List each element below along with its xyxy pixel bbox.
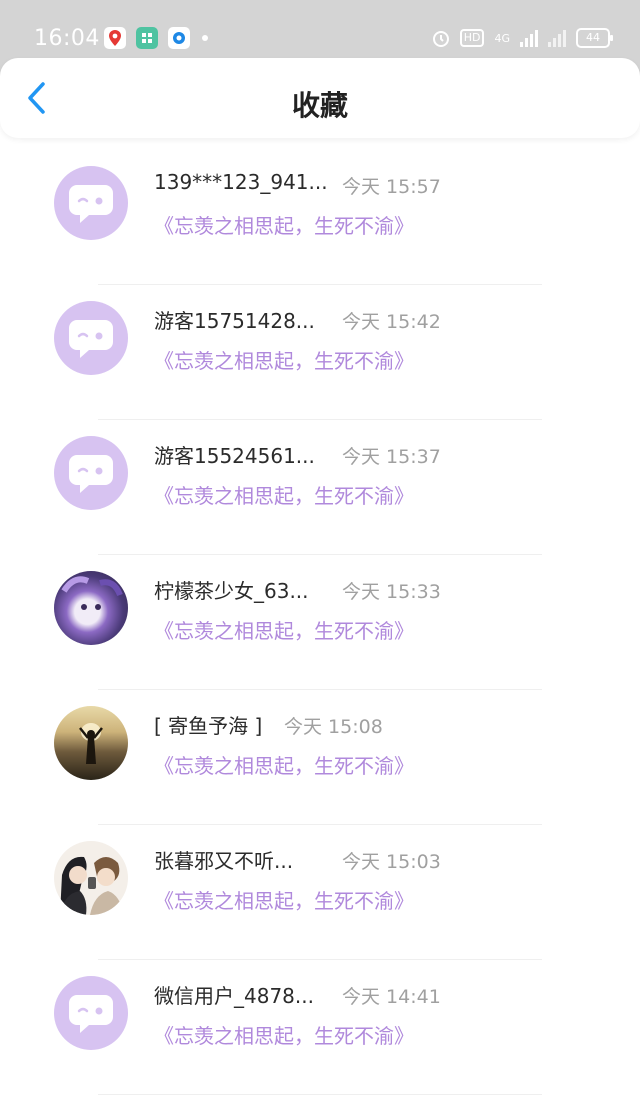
user-photo-icon bbox=[79, 723, 103, 764]
timestamp: 今天 15:08 bbox=[284, 716, 383, 738]
list-item[interactable]: 微信用户_4878... 今天 14:41 《忘羡之相思起，生死不渝》 bbox=[0, 960, 640, 1095]
divider bbox=[98, 1094, 542, 1095]
list-item[interactable]: 柠檬茶少女_63... 今天 15:33 《忘羡之相思起，生死不渝》 bbox=[0, 555, 640, 690]
avatar bbox=[54, 571, 128, 645]
user-photo-icon bbox=[60, 856, 124, 915]
signal-icon bbox=[520, 29, 538, 47]
username: [ 寄鱼予海 ] bbox=[154, 714, 263, 738]
username: 柠檬茶少女_63... bbox=[154, 579, 309, 603]
timestamp: 今天 14:41 bbox=[342, 986, 441, 1008]
avatar bbox=[54, 301, 128, 375]
timestamp: 今天 15:33 bbox=[342, 581, 441, 603]
story-title[interactable]: 《忘羡之相思起，生死不渝》 bbox=[154, 480, 414, 509]
username: 游客15751428... bbox=[154, 309, 315, 333]
network-type: 4G bbox=[494, 31, 510, 45]
story-title[interactable]: 《忘羡之相思起，生死不渝》 bbox=[154, 885, 414, 914]
list-item[interactable]: 游客15751428... 今天 15:42 《忘羡之相思起，生死不渝》 bbox=[0, 285, 640, 420]
avatar bbox=[54, 436, 128, 510]
grid-app-icon bbox=[136, 27, 158, 49]
username: 139***123_941... bbox=[154, 170, 328, 194]
list-item[interactable]: 张暮邪又不听... 今天 15:03 《忘羡之相思起，生死不渝》 bbox=[0, 825, 640, 960]
default-avatar-icon bbox=[69, 995, 113, 1033]
username: 张暮邪又不听... bbox=[154, 849, 294, 873]
avatar bbox=[54, 166, 128, 240]
timestamp: 今天 15:37 bbox=[342, 446, 441, 468]
default-avatar-icon bbox=[69, 185, 113, 223]
username: 游客15524561... bbox=[154, 444, 315, 468]
timestamp: 今天 15:03 bbox=[342, 851, 441, 873]
battery-icon: 44 bbox=[576, 28, 613, 48]
default-avatar-icon bbox=[69, 320, 113, 358]
avatar bbox=[54, 976, 128, 1050]
status-time: 16:04 bbox=[34, 26, 100, 51]
hd-badge: HD bbox=[459, 29, 485, 47]
favorites-list: 139***123_941... 今天 15:57 《忘羡之相思起，生死不渝》 … bbox=[0, 150, 640, 1095]
story-title[interactable]: 《忘羡之相思起，生死不渝》 bbox=[154, 615, 414, 644]
notification-dot bbox=[202, 35, 208, 41]
list-item[interactable]: 139***123_941... 今天 15:57 《忘羡之相思起，生死不渝》 bbox=[0, 150, 640, 285]
story-title[interactable]: 《忘羡之相思起，生死不渝》 bbox=[154, 750, 414, 779]
avatar bbox=[54, 706, 128, 780]
browser-app-icon bbox=[168, 27, 190, 49]
signal-secondary-icon bbox=[548, 29, 566, 47]
story-title[interactable]: 《忘羡之相思起，生死不渝》 bbox=[154, 210, 414, 239]
username: 微信用户_4878... bbox=[154, 984, 314, 1008]
list-item[interactable]: 游客15524561... 今天 15:37 《忘羡之相思起，生死不渝》 bbox=[0, 420, 640, 555]
page-title: 收藏 bbox=[291, 89, 348, 122]
avatar bbox=[54, 841, 128, 915]
alarm-icon bbox=[432, 31, 449, 47]
header: 收藏 bbox=[0, 58, 640, 138]
battery-level: 44 bbox=[586, 31, 600, 44]
story-title[interactable]: 《忘羡之相思起，生死不渝》 bbox=[154, 345, 414, 374]
user-photo-icon bbox=[61, 576, 123, 610]
list-item[interactable]: [ 寄鱼予海 ] 今天 15:08 《忘羡之相思起，生死不渝》 bbox=[0, 690, 640, 825]
story-title[interactable]: 《忘羡之相思起，生死不渝》 bbox=[154, 1020, 414, 1049]
status-app-icons bbox=[104, 27, 208, 49]
default-avatar-icon bbox=[69, 455, 113, 493]
status-indicators: HD 4G 44 bbox=[432, 28, 613, 48]
timestamp: 今天 15:42 bbox=[342, 311, 441, 333]
map-app-icon bbox=[104, 27, 126, 49]
timestamp: 今天 15:57 bbox=[342, 176, 441, 198]
